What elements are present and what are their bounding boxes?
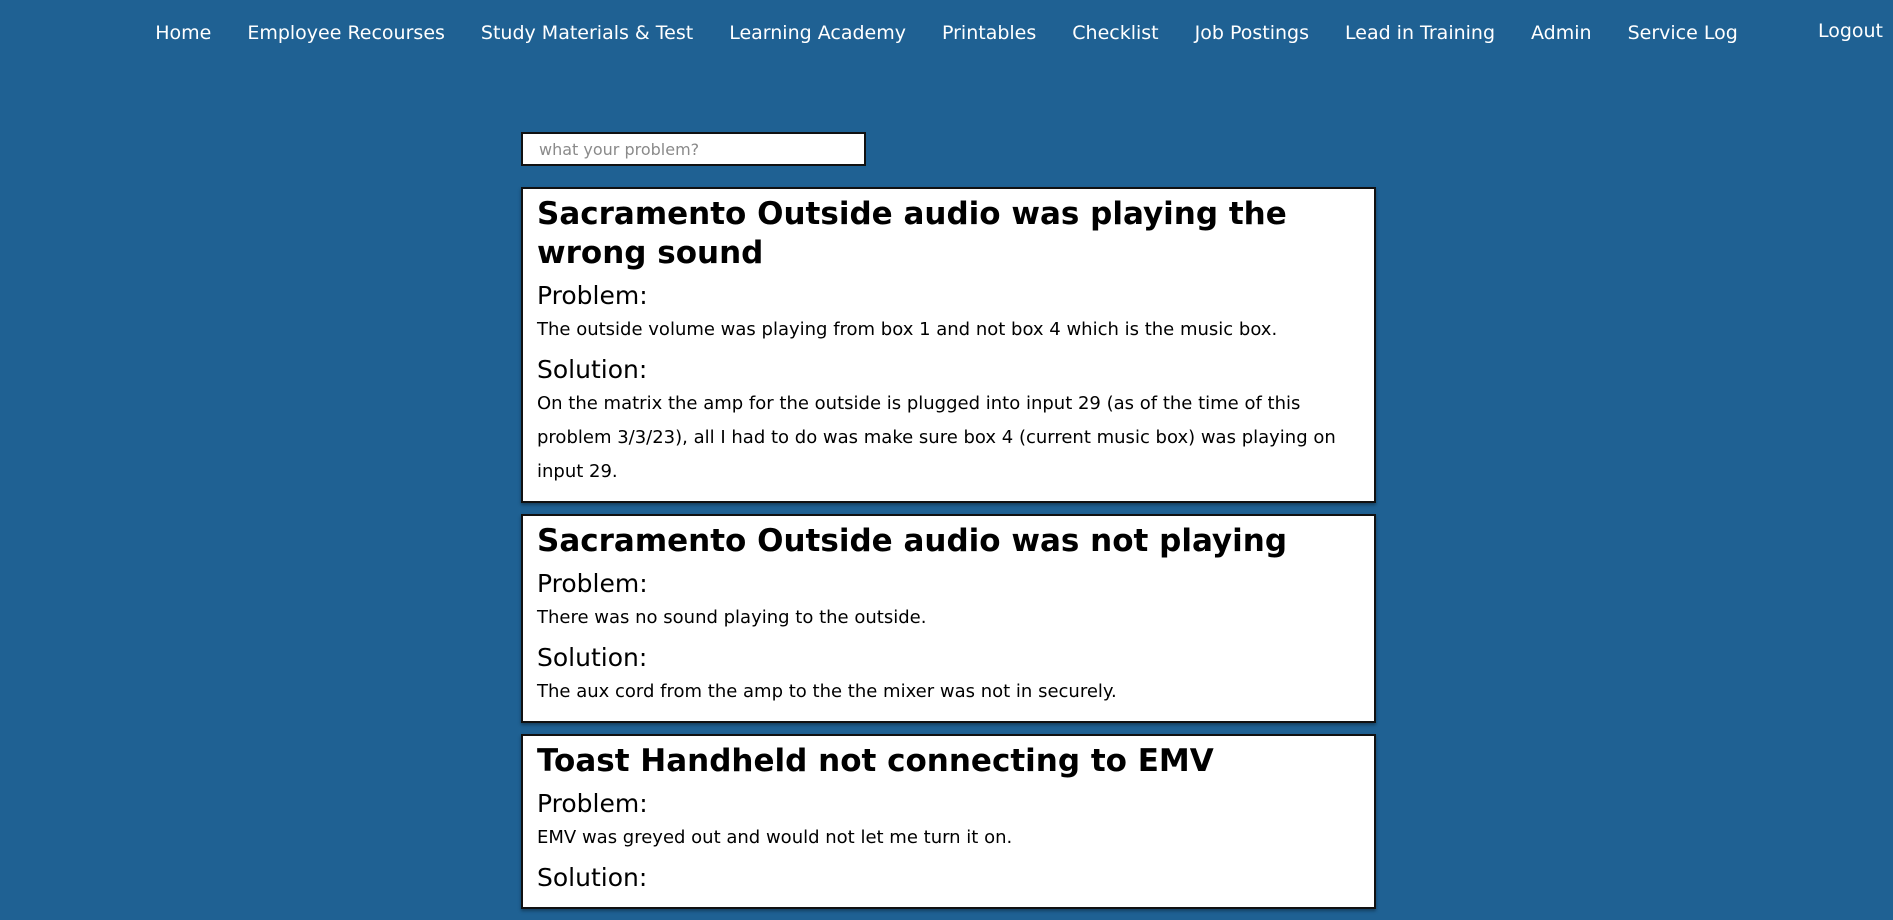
service-log-entry: Sacramento Outside audio was not playing… bbox=[521, 514, 1376, 723]
entry-title: Sacramento Outside audio was not playing bbox=[537, 523, 1288, 559]
solution-heading: Solution: bbox=[537, 355, 648, 384]
search-input[interactable] bbox=[521, 132, 866, 166]
top-navigation-bar: Home Employee Recourses Study Materials … bbox=[0, 0, 1893, 66]
solution-text: The aux cord from the amp to the the mix… bbox=[537, 681, 1117, 702]
nav-item-employee-recourses[interactable]: Employee Recourses bbox=[229, 22, 463, 44]
nav-item-job-postings[interactable]: Job Postings bbox=[1177, 22, 1327, 44]
nav-item-service-log[interactable]: Service Log bbox=[1610, 22, 1756, 44]
nav-item-learning-academy[interactable]: Learning Academy bbox=[711, 22, 924, 44]
solution-heading: Solution: bbox=[537, 863, 648, 892]
solution-heading: Solution: bbox=[537, 643, 648, 672]
problem-text: There was no sound playing to the outsid… bbox=[537, 607, 927, 628]
problem-heading: Problem: bbox=[537, 281, 648, 310]
nav-item-home[interactable]: Home bbox=[137, 22, 229, 44]
nav-item-checklist[interactable]: Checklist bbox=[1054, 22, 1176, 44]
nav-item-lead-in-training[interactable]: Lead in Training bbox=[1327, 22, 1513, 44]
entry-title: Toast Handheld not connecting to EMV bbox=[537, 743, 1214, 779]
service-log-entry: Toast Handheld not connecting to EMV Pro… bbox=[521, 734, 1376, 909]
problem-heading: Problem: bbox=[537, 569, 648, 598]
problem-text: EMV was greyed out and would not let me … bbox=[537, 827, 1013, 848]
nav-item-printables[interactable]: Printables bbox=[924, 22, 1054, 44]
service-log-entry: Sacramento Outside audio was playing the… bbox=[521, 187, 1376, 503]
entry-title: Sacramento Outside audio was playing the… bbox=[537, 196, 1287, 271]
main-nav: Home Employee Recourses Study Materials … bbox=[0, 0, 1893, 66]
nav-item-study-materials[interactable]: Study Materials & Test bbox=[463, 22, 711, 44]
solution-text: On the matrix the amp for the outside is… bbox=[537, 393, 1336, 482]
service-log-list: Sacramento Outside audio was playing the… bbox=[521, 187, 1376, 920]
problem-heading: Problem: bbox=[537, 789, 648, 818]
nav-item-admin[interactable]: Admin bbox=[1513, 22, 1610, 44]
problem-text: The outside volume was playing from box … bbox=[537, 319, 1278, 340]
logout-button[interactable]: Logout bbox=[1818, 20, 1883, 42]
